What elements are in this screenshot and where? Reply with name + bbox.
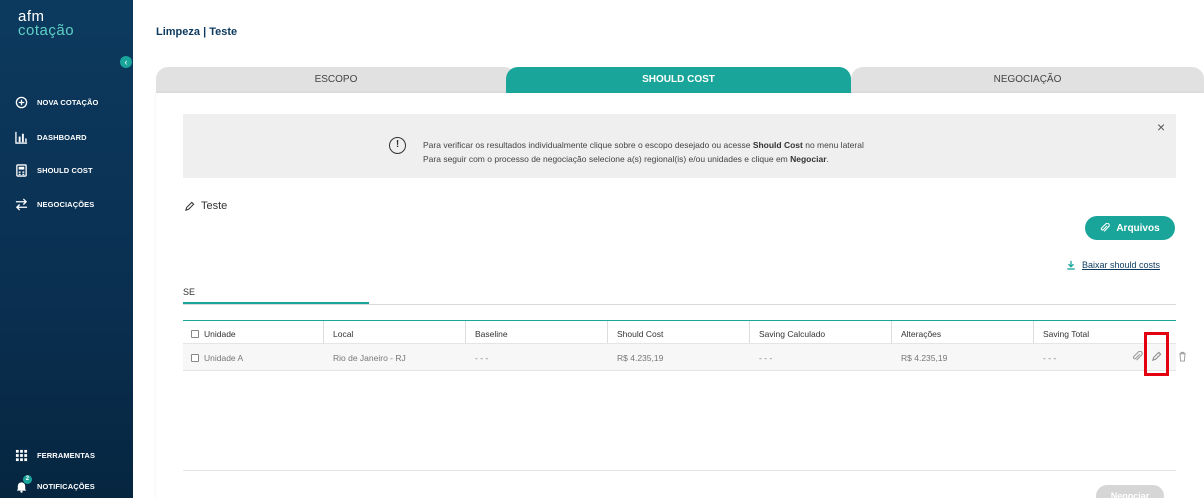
logo-line-2: cotação xyxy=(18,22,75,39)
header-local: Local xyxy=(333,329,354,339)
sidebar-item-notificacoes[interactable]: 2 NOTIFICAÇÕES xyxy=(14,475,95,493)
tab-escopo[interactable]: ESCOPO xyxy=(156,67,516,93)
table-top-border xyxy=(183,320,1176,321)
cell-saving-calculado: - - - xyxy=(759,353,773,363)
header-should-cost: Should Cost xyxy=(617,329,664,339)
sidebar-item-label: FERRAMENTAS xyxy=(37,450,96,460)
sidebar-item-label: SHOULD COST xyxy=(37,165,93,175)
arquivos-label: Arquivos xyxy=(1116,222,1160,234)
sidebar-item-label: NEGOCIAÇÕES xyxy=(37,199,95,209)
table-row[interactable] xyxy=(183,343,1176,371)
sidebar-item-ferramentas[interactable]: FERRAMENTAS xyxy=(14,448,95,462)
swap-arrows-icon xyxy=(14,197,28,211)
header-baseline: Baseline xyxy=(475,329,508,339)
column-divider xyxy=(323,321,324,343)
column-divider xyxy=(465,321,466,343)
scope-name: Teste xyxy=(201,200,228,212)
breadcrumb: Limpeza | Teste xyxy=(156,26,238,38)
cell-alteracoes: R$ 4.235,19 xyxy=(901,353,948,363)
arquivos-button[interactable]: Arquivos xyxy=(1085,216,1175,240)
paperclip-icon[interactable] xyxy=(1132,351,1143,362)
header-saving-total: Saving Total xyxy=(1043,329,1090,339)
cell-local: Rio de Janeiro - RJ xyxy=(333,353,406,363)
header-saving-calculado: Saving Calculado xyxy=(759,329,826,339)
info-icon: ! xyxy=(389,137,406,154)
sidebar: afm cotação ‹ NOVA COTAÇÃO DASHBOARD SHO… xyxy=(0,0,133,498)
app-root: afm cotação ‹ NOVA COTAÇÃO DASHBOARD SHO… xyxy=(0,0,1204,498)
region-tab-se[interactable]: SE xyxy=(183,287,195,297)
notification-badge: 2 xyxy=(23,475,32,484)
select-all-checkbox[interactable] xyxy=(191,330,199,338)
column-divider xyxy=(749,321,750,343)
grid-icon xyxy=(14,448,28,462)
cell-saving-total: - - - xyxy=(1043,353,1057,363)
download-icon xyxy=(1067,260,1075,270)
row-checkbox[interactable] xyxy=(191,354,199,362)
sidebar-item-negociacoes[interactable]: NEGOCIAÇÕES xyxy=(14,197,94,211)
cell-unidade: Unidade A xyxy=(191,353,243,363)
cell-baseline: - - - xyxy=(475,353,489,363)
bell-icon: 2 xyxy=(14,475,32,493)
calculator-icon xyxy=(14,163,28,177)
column-divider xyxy=(1033,321,1034,343)
pencil-icon xyxy=(185,201,195,211)
region-tab-indicator xyxy=(183,302,369,304)
app-logo[interactable]: afm cotação xyxy=(18,9,75,39)
close-icon[interactable]: × xyxy=(1157,119,1165,135)
plus-circle-icon xyxy=(14,95,28,109)
sidebar-item-label: NOTIFICAÇÕES xyxy=(37,481,95,491)
paperclip-icon xyxy=(1101,223,1111,232)
column-divider xyxy=(891,321,892,343)
tab-negociacao[interactable]: NEGOCIAÇÃO xyxy=(851,67,1204,93)
negociar-button[interactable]: Negociar xyxy=(1096,485,1164,498)
cell-should-cost: R$ 4.235,19 xyxy=(617,353,664,363)
trash-icon[interactable] xyxy=(1178,351,1187,362)
sidebar-item-nova-cotacao[interactable]: NOVA COTAÇÃO xyxy=(14,95,98,109)
baixar-should-costs-link[interactable]: Baixar should costs xyxy=(1066,260,1160,270)
sidebar-item-label: NOVA COTAÇÃO xyxy=(37,97,99,107)
edit-highlight-box xyxy=(1144,332,1169,376)
sidebar-item-label: DASHBOARD xyxy=(37,132,87,142)
tab-should-cost[interactable]: SHOULD COST xyxy=(506,67,851,93)
sidebar-collapse-button[interactable]: ‹ xyxy=(120,56,132,68)
header-unidade[interactable]: Unidade xyxy=(191,329,236,339)
column-divider xyxy=(607,321,608,343)
tab-bar: ESCOPO NEGOCIAÇÃO SHOULD COST xyxy=(156,67,1204,93)
sidebar-item-should-cost[interactable]: SHOULD COST xyxy=(14,163,93,177)
baixar-label: Baixar should costs xyxy=(1082,260,1161,270)
table-footer-divider xyxy=(183,470,1176,471)
scope-name-row[interactable]: Teste xyxy=(184,200,227,212)
region-tab-divider xyxy=(183,304,1176,305)
info-text: Para verificar os resultados individualm… xyxy=(423,140,864,164)
bar-chart-icon xyxy=(14,130,28,144)
sidebar-item-dashboard[interactable]: DASHBOARD xyxy=(14,130,87,144)
header-alteracoes: Alterações xyxy=(901,329,942,339)
